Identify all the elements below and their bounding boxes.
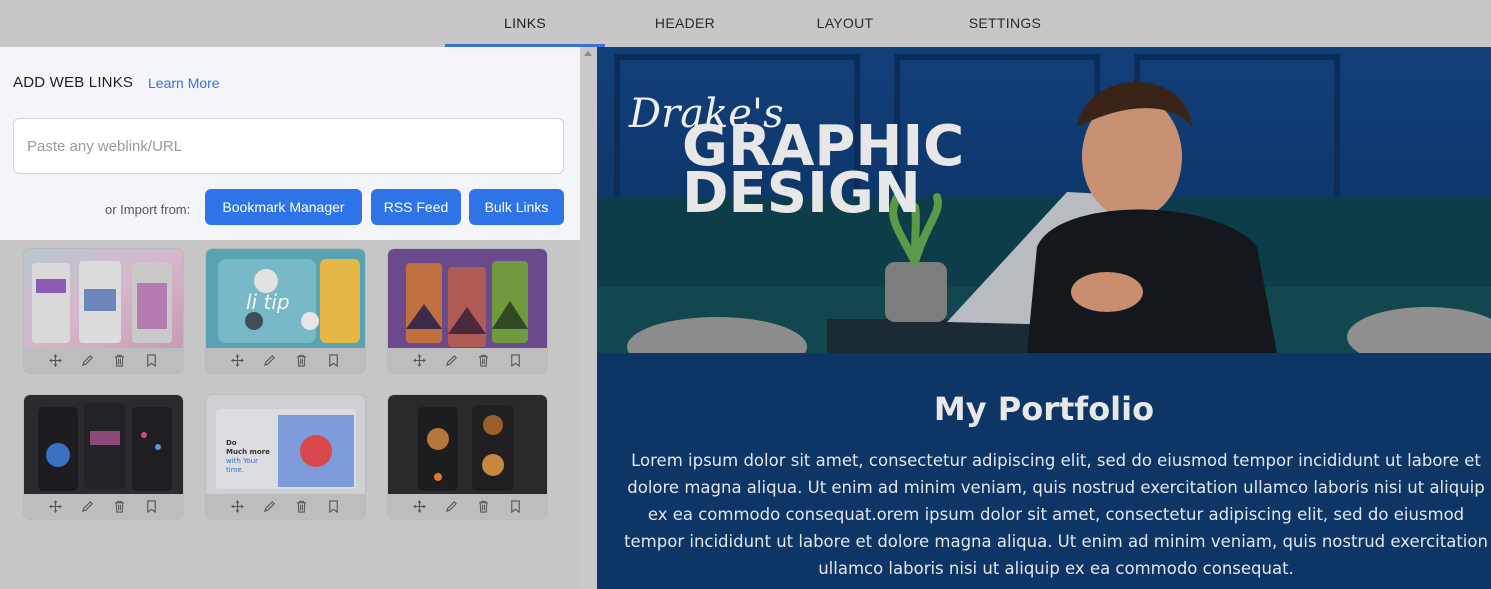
edit-icon[interactable] <box>443 498 461 516</box>
move-icon[interactable] <box>411 498 429 516</box>
link-card[interactable] <box>24 249 183 373</box>
page-preview: Drake's GRAPHIC DESIGN My Portfolio Lore… <box>597 47 1491 589</box>
rss-feed-button[interactable]: RSS Feed <box>371 189 461 225</box>
thumbnail-text-line: Do <box>226 439 237 447</box>
link-card[interactable]: li tip <box>206 249 365 373</box>
bookmark-icon[interactable] <box>143 352 161 370</box>
weblink-url-input[interactable] <box>13 118 564 174</box>
import-from-label: or Import from: <box>105 202 191 217</box>
link-card[interactable]: Do Much more with Your time. <box>206 395 365 519</box>
delete-icon[interactable] <box>475 498 493 516</box>
scroll-up-arrow-icon[interactable] <box>584 51 592 56</box>
move-icon[interactable] <box>229 498 247 516</box>
link-thumbnail[interactable] <box>388 395 547 494</box>
bookmark-icon[interactable] <box>143 498 161 516</box>
edit-icon[interactable] <box>261 498 279 516</box>
thumbnail-text-line: time. <box>226 466 244 474</box>
move-icon[interactable] <box>229 352 247 370</box>
link-thumbnail[interactable] <box>24 249 183 348</box>
move-icon[interactable] <box>411 352 429 370</box>
svg-text:li tip: li tip <box>246 290 290 314</box>
delete-icon[interactable] <box>111 352 129 370</box>
card-toolbar <box>24 348 183 373</box>
card-toolbar <box>206 348 365 373</box>
hero-design-text: DESIGN <box>682 161 921 226</box>
thumbnail-text-line: with Your <box>226 457 258 465</box>
bookmark-icon[interactable] <box>325 498 343 516</box>
link-thumbnail[interactable]: li tip <box>206 249 365 348</box>
card-toolbar <box>24 494 183 519</box>
card-toolbar <box>388 348 547 373</box>
tab-bar: LINKS HEADER LAYOUT SETTINGS <box>0 0 1491 47</box>
link-thumbnail[interactable] <box>24 395 183 494</box>
delete-icon[interactable] <box>475 352 493 370</box>
thumbnail-text-line: Much more <box>226 448 270 456</box>
bookmark-icon[interactable] <box>507 498 525 516</box>
delete-icon[interactable] <box>293 352 311 370</box>
delete-icon[interactable] <box>111 498 129 516</box>
portfolio-description: Lorem ipsum dolor sit amet, consectetur … <box>624 451 1488 578</box>
tab-settings[interactable]: SETTINGS <box>925 0 1085 47</box>
bookmark-icon[interactable] <box>507 352 525 370</box>
edit-icon[interactable] <box>261 352 279 370</box>
panel-scrollbar[interactable] <box>580 47 597 589</box>
link-thumbnail[interactable] <box>388 249 547 348</box>
link-thumbnail[interactable]: Do Much more with Your time. <box>206 395 365 494</box>
add-web-links-title: ADD WEB LINKS <box>13 74 134 91</box>
bookmark-icon[interactable] <box>325 352 343 370</box>
edit-icon[interactable] <box>79 498 97 516</box>
link-card[interactable] <box>24 395 183 519</box>
hero-image: Drake's GRAPHIC DESIGN <box>597 47 1491 353</box>
link-card[interactable] <box>388 395 547 519</box>
card-toolbar <box>388 494 547 519</box>
learn-more-link[interactable]: Learn More <box>148 75 220 91</box>
delete-icon[interactable] <box>293 498 311 516</box>
bookmark-manager-button[interactable]: Bookmark Manager <box>205 189 362 225</box>
card-toolbar <box>206 494 365 519</box>
tab-links[interactable]: LINKS <box>445 0 605 47</box>
edit-icon[interactable] <box>443 352 461 370</box>
move-icon[interactable] <box>47 352 65 370</box>
move-icon[interactable] <box>47 498 65 516</box>
add-web-links-card: ADD WEB LINKS Learn More or Import from:… <box>0 47 580 240</box>
tab-header[interactable]: HEADER <box>605 0 765 47</box>
bulk-links-button[interactable]: Bulk Links <box>469 189 564 225</box>
portfolio-title: My Portfolio <box>933 390 1155 428</box>
link-card[interactable] <box>388 249 547 373</box>
edit-icon[interactable] <box>79 352 97 370</box>
tab-layout[interactable]: LAYOUT <box>765 0 925 47</box>
